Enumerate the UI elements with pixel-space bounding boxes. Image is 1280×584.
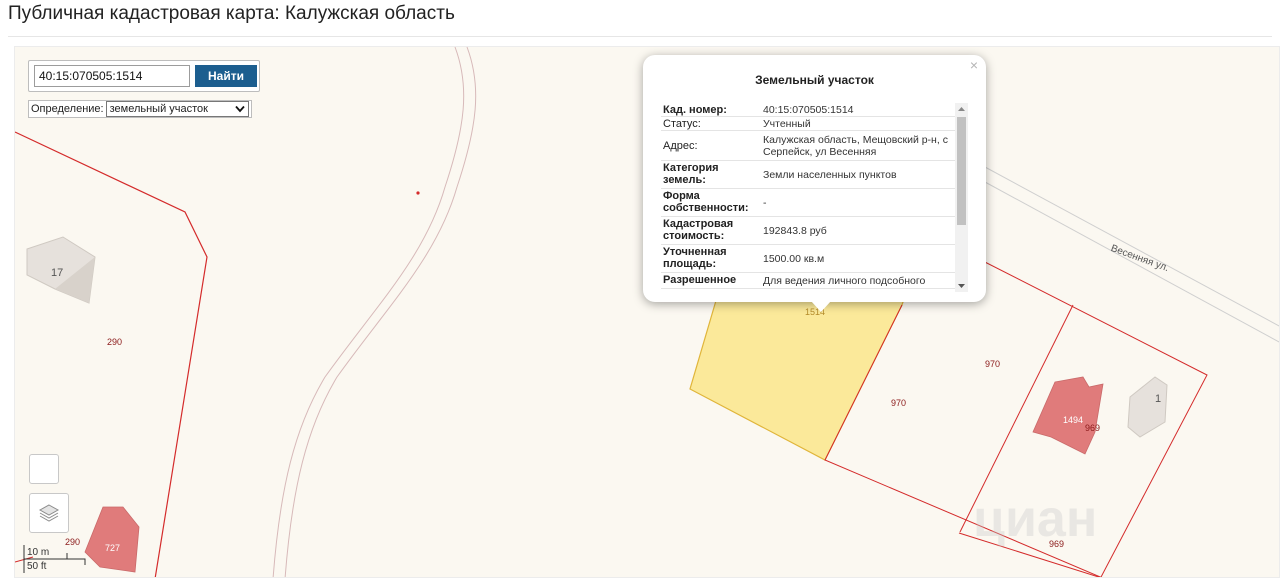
parcel-label: 727 — [105, 543, 121, 553]
info-row-category: Категория земель: Земли населенных пункт… — [661, 161, 966, 189]
search-panel: Найти Определение: земельный участок — [28, 60, 262, 137]
info-key: Статус: — [663, 118, 701, 130]
page-title: Публичная кадастровая карта: Калужская о… — [8, 3, 455, 24]
layers-button[interactable] — [29, 493, 69, 533]
search-box: Найти — [28, 60, 260, 92]
info-key: Разрешенное — [663, 274, 737, 286]
cadastral-map[interactable]: 290 290 727 1514 970 970 1494 969 969 17… — [14, 46, 1280, 578]
definition-label: Определение: — [31, 103, 104, 115]
info-table: Кад. номер: 40:15:070505:1514 Статус: Уч… — [661, 103, 966, 291]
info-row-cadastral: Кад. номер: 40:15:070505:1514 — [661, 103, 966, 117]
search-button[interactable]: Найти — [195, 65, 257, 87]
info-row-cost: Кадастровая стоимость: 192843.8 руб — [661, 217, 966, 245]
house-number: 1 — [1155, 393, 1162, 405]
info-row-address: Адрес: Калужская область, Мещовский р-н,… — [661, 131, 966, 161]
watermark: циан — [973, 490, 1098, 548]
info-row-area: Уточненная площадь: 1500.00 кв.м — [661, 245, 966, 273]
parcel-label: 1494 — [1063, 415, 1084, 425]
info-key: Адрес: — [663, 139, 698, 152]
info-value: Калужская область, Мещовский р-н, с Серп… — [763, 133, 948, 158]
scale-metric: 10 m — [27, 547, 50, 558]
info-key: Кадастровая стоимость: — [663, 218, 734, 242]
info-value: Для ведения личного подсобного — [763, 274, 926, 287]
popup-title: Земельный участок — [755, 73, 874, 87]
info-row-status: Статус: Учтенный — [661, 117, 966, 131]
scroll-up-icon[interactable] — [955, 103, 968, 115]
info-key: Форма собственности: — [663, 190, 749, 214]
info-value: - — [763, 196, 767, 209]
definition-selected-value: земельный участок — [109, 103, 208, 115]
popup-pointer — [811, 301, 831, 312]
info-row-ownership: Форма собственности: - — [661, 189, 966, 217]
info-key: Уточненная площадь: — [663, 246, 727, 270]
parcel-label: 969 — [1085, 423, 1101, 433]
chevron-down-icon — [234, 105, 245, 113]
house-number: 17 — [51, 267, 64, 279]
info-value: 192843.8 руб — [763, 224, 827, 237]
info-row-permitted-use: Разрешенное Для ведения личного подсобно… — [661, 273, 966, 289]
title-divider — [8, 36, 1272, 37]
info-scrollbar[interactable] — [955, 103, 968, 292]
map-tool-button[interactable] — [29, 454, 59, 484]
scroll-down-icon[interactable] — [955, 280, 968, 292]
layers-icon — [38, 504, 60, 522]
search-input[interactable] — [34, 65, 190, 87]
info-key: Категория земель: — [663, 162, 719, 186]
info-value: Земли населенных пунктов — [763, 168, 897, 181]
scale-bar: 10 m 50 ft — [23, 543, 93, 575]
parcel-label: 970 — [891, 398, 907, 408]
scale-imperial: 50 ft — [27, 561, 47, 572]
info-value: 40:15:070505:1514 — [763, 103, 854, 116]
parcel-label: 290 — [107, 337, 123, 347]
definition-select[interactable]: земельный участок — [105, 101, 249, 117]
info-value: Учтенный — [763, 117, 811, 130]
info-key: Кад. номер: — [663, 104, 727, 116]
parcel-label: 970 — [985, 359, 1001, 369]
parcel-info-popup: × Земельный участок Кад. номер: 40:15:07… — [643, 55, 986, 302]
scroll-thumb[interactable] — [957, 117, 966, 225]
info-value: 1500.00 кв.м — [763, 252, 825, 265]
definition-row: Определение: земельный участок — [28, 100, 252, 118]
close-icon[interactable]: × — [970, 58, 978, 72]
